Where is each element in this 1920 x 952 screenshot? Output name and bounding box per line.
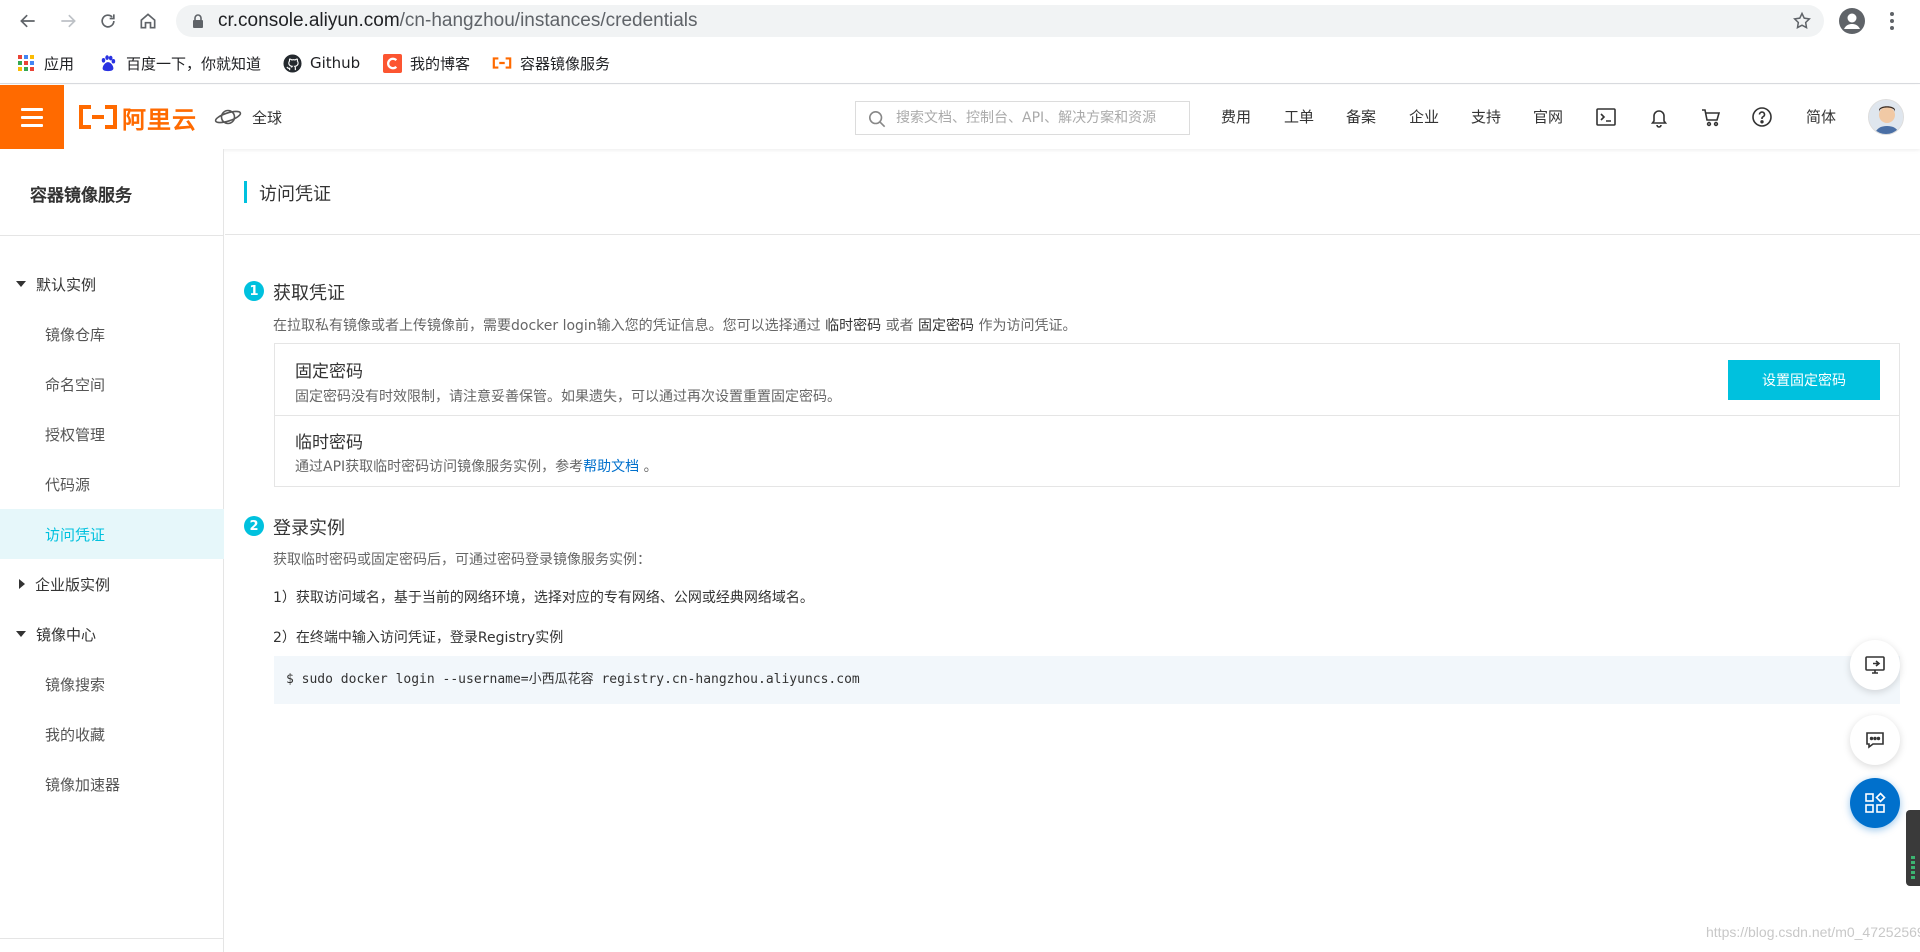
edge-performance-widget[interactable] <box>1906 810 1920 886</box>
fixed-password-title: 固定密码 <box>295 362 363 382</box>
watermark: https://blog.csdn.net/m0_47252569 <box>1706 924 1920 940</box>
aliyun-bracket-icon <box>492 53 512 73</box>
aliyun-bracket-icon <box>79 105 117 129</box>
sidebar-item-accelerator[interactable]: 镜像加速器 <box>0 759 224 809</box>
reload-icon[interactable] <box>96 9 120 33</box>
help-icon[interactable] <box>1751 106 1773 128</box>
more-menu-icon[interactable] <box>1880 9 1904 33</box>
sidebar-title: 容器镜像服务 <box>30 186 132 206</box>
sidebar-item-credentials[interactable]: 访问凭证 <box>0 509 224 559</box>
region-selector[interactable]: 全球 <box>214 105 282 129</box>
bookmark-apps[interactable]: 应用 <box>16 51 74 75</box>
profile-icon[interactable] <box>1838 7 1866 35</box>
topbar-link-tickets[interactable]: 工单 <box>1284 105 1314 129</box>
help-docs-link[interactable]: 帮助文档 <box>583 459 639 475</box>
sidebar-item-image-search[interactable]: 镜像搜索 <box>0 659 224 709</box>
divider <box>0 235 224 236</box>
topbar-link-support[interactable]: 支持 <box>1471 105 1501 129</box>
step-2-title: 登录实例 <box>273 518 345 539</box>
temp-password-description: 通过API获取临时密码访问镜像服务实例，参考帮助文档 。 <box>295 459 658 475</box>
aliyun-logo[interactable]: 阿里云 <box>78 102 197 134</box>
step-2-badge: 2 <box>244 516 264 536</box>
bookmarks-bar: 应用 百度一下，你就知道 Github 我的博客 容器镜像服务 <box>0 42 1920 84</box>
sidebar-item-code-source[interactable]: 代码源 <box>0 459 224 509</box>
fixed-password-description: 固定密码没有时效限制，请注意妥善保管。如果遗失，可以通过再次设置重置固定密码。 <box>295 389 841 405</box>
divider <box>275 415 1899 416</box>
address-bar[interactable]: cr.console.aliyun.com/cn-hangzhou/instan… <box>176 5 1824 37</box>
page-title: 访问凭证 <box>259 184 331 205</box>
apps-float-button[interactable] <box>1850 778 1900 828</box>
terminal-icon[interactable] <box>1595 106 1617 128</box>
step-1-badge: 1 <box>244 281 264 301</box>
app-grid-icon <box>1865 792 1886 813</box>
back-icon[interactable] <box>16 9 40 33</box>
csdn-blog-icon <box>382 53 402 73</box>
github-icon <box>282 53 302 73</box>
chat-bubble-icon <box>1866 732 1884 749</box>
set-fixed-password-button[interactable]: 设置固定密码 <box>1728 360 1880 400</box>
caret-right-icon <box>19 579 25 589</box>
step-2-line-1: 1）获取访问域名，基于当前的网络环境，选择对应的专有网络、公网或经典网络域名。 <box>273 590 814 606</box>
global-search[interactable] <box>855 101 1190 135</box>
topbar-link-official-site[interactable]: 官网 <box>1533 105 1563 129</box>
console-topbar: 阿里云 全球 费用 工单 备案 企业 支持 官网 简体 <box>0 85 1920 149</box>
lock-icon <box>193 14 203 28</box>
bookmark-baidu[interactable]: 百度一下，你就知道 <box>98 51 261 75</box>
forward-icon[interactable] <box>56 9 80 33</box>
home-icon[interactable] <box>136 9 160 33</box>
sidebar-item-repositories[interactable]: 镜像仓库 <box>0 309 224 359</box>
screen-share-icon <box>1865 656 1885 674</box>
topbar-link-fees[interactable]: 费用 <box>1221 105 1251 129</box>
sidebar-item-authorization[interactable]: 授权管理 <box>0 409 224 459</box>
search-input[interactable] <box>896 102 1181 134</box>
credential-options-box: 固定密码 固定密码没有时效限制，请注意妥善保管。如果遗失，可以通过再次设置重置固… <box>274 343 1900 487</box>
page-header: 访问凭证 <box>225 149 1920 235</box>
docker-login-command[interactable]: $ sudo docker login --username=小西瓜花容 reg… <box>274 656 1900 704</box>
baidu-paw-icon <box>98 53 118 73</box>
sidebar-item-favorites[interactable]: 我的收藏 <box>0 709 224 759</box>
bookmark-star-icon[interactable] <box>1792 11 1812 31</box>
cart-icon[interactable] <box>1700 106 1722 128</box>
language-switcher[interactable]: 简体 <box>1806 105 1836 129</box>
planet-icon <box>214 109 242 125</box>
bookmark-container-registry[interactable]: 容器镜像服务 <box>492 51 610 75</box>
chat-float-button[interactable] <box>1850 715 1900 765</box>
step-2-description: 获取临时密码或固定密码后，可通过密码登录镜像服务实例： <box>273 552 651 568</box>
browser-toolbar: cr.console.aliyun.com/cn-hangzhou/instan… <box>0 0 1920 42</box>
sidebar-group-enterprise-instance[interactable]: 企业版实例 <box>0 559 224 609</box>
bookmark-blog[interactable]: 我的博客 <box>382 51 470 75</box>
hamburger-menu-button[interactable] <box>0 85 64 149</box>
sidebar-group-default-instance[interactable]: 默认实例 <box>0 259 224 309</box>
title-accent-bar <box>244 181 247 203</box>
user-avatar[interactable] <box>1868 99 1904 135</box>
sidebar-collapse-bar[interactable] <box>0 938 224 952</box>
bookmark-github[interactable]: Github <box>282 51 360 75</box>
caret-down-icon <box>16 631 26 637</box>
bell-icon[interactable] <box>1648 106 1670 128</box>
topbar-link-icp[interactable]: 备案 <box>1346 105 1376 129</box>
step-2-line-2: 2）在终端中输入访问凭证，登录Registry实例 <box>273 630 564 646</box>
apps-grid-icon <box>16 53 36 73</box>
search-icon <box>868 110 886 128</box>
url-text: cr.console.aliyun.com/cn-hangzhou/instan… <box>218 10 698 31</box>
sidebar-group-image-center[interactable]: 镜像中心 <box>0 609 224 659</box>
sidebar: 容器镜像服务 默认实例 镜像仓库 命名空间 授权管理 代码源 访问凭证 企业版实… <box>0 149 224 952</box>
sidebar-item-namespaces[interactable]: 命名空间 <box>0 359 224 409</box>
topbar-link-enterprise[interactable]: 企业 <box>1409 105 1439 129</box>
feedback-float-button[interactable] <box>1850 640 1900 690</box>
temp-password-title: 临时密码 <box>295 433 363 453</box>
caret-down-icon <box>16 281 26 287</box>
step-1-description: 在拉取私有镜像或者上传镜像前，需要docker login输入您的凭证信息。您可… <box>273 318 1077 334</box>
step-1-title: 获取凭证 <box>273 283 345 304</box>
